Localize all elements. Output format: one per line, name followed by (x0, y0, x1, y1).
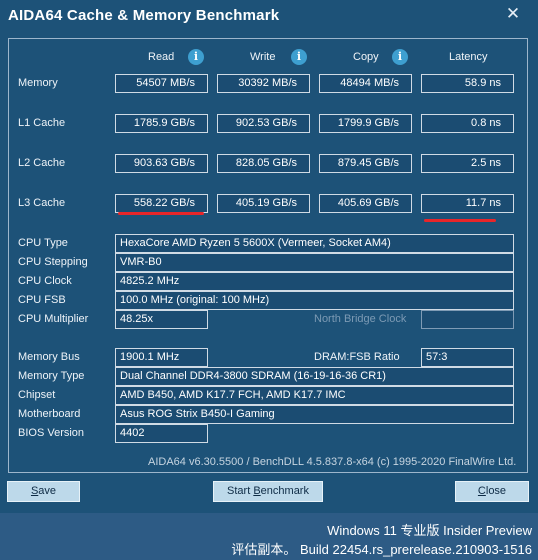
cpu-clock-value: 4825.2 MHz (115, 272, 514, 291)
l2-read-value: 903.63 GB/s (115, 154, 208, 173)
header-read: Read (148, 51, 175, 63)
title-bar[interactable]: AIDA64 Cache & Memory Benchmark ✕ (0, 0, 538, 34)
header-copy: Copy (353, 51, 379, 63)
highlight-underline (424, 219, 496, 222)
l2-write-value: 828.05 GB/s (217, 154, 310, 173)
memory-bus-label: Memory Bus (18, 351, 80, 363)
benchmark-window: AIDA64 Cache & Memory Benchmark ✕ Read i… (0, 0, 538, 513)
info-icon[interactable]: i (291, 49, 307, 65)
chipset-label: Chipset (18, 389, 56, 401)
info-icon[interactable]: i (188, 49, 204, 65)
memory-write-value: 30392 MB/s (217, 74, 310, 93)
row-label-l1: L1 Cache (18, 117, 66, 129)
motherboard-label: Motherboard (18, 408, 81, 420)
l3-read-value: 558.22 GB/s (115, 194, 208, 213)
row-label-l3: L3 Cache (18, 197, 66, 209)
north-bridge-label: North Bridge Clock (314, 313, 407, 325)
chipset-value: AMD B450, AMD K17.7 FCH, AMD K17.7 IMC (115, 386, 514, 405)
cpu-fsb-label: CPU FSB (18, 294, 66, 306)
close-button[interactable]: Close (455, 481, 529, 502)
memory-latency-value: 58.9 ns (421, 74, 514, 93)
cpu-multiplier-label: CPU Multiplier (18, 313, 89, 325)
cpu-multiplier-value: 48.25x (115, 310, 208, 329)
l2-copy-value: 879.45 GB/s (319, 154, 412, 173)
cpu-stepping-value: VMR-B0 (115, 253, 514, 272)
start-benchmark-button[interactable]: Start Benchmark (213, 481, 323, 502)
window-title: AIDA64 Cache & Memory Benchmark (8, 7, 280, 24)
memory-bus-value: 1900.1 MHz (115, 348, 208, 367)
dram-fsb-ratio-label: DRAM:FSB Ratio (314, 351, 400, 363)
info-icon[interactable]: i (392, 49, 408, 65)
save-button[interactable]: Save (7, 481, 80, 502)
close-button-label: lose (485, 485, 507, 497)
l1-write-value: 902.53 GB/s (217, 114, 310, 133)
l1-latency-value: 0.8 ns (421, 114, 514, 133)
header-write: Write (250, 51, 276, 63)
memory-copy-value: 48494 MB/s (319, 74, 412, 93)
memory-read-value: 54507 MB/s (115, 74, 208, 93)
bios-version-value: 4402 (115, 424, 208, 443)
cpu-type-label: CPU Type (18, 237, 68, 249)
copyright-footer: AIDA64 v6.30.5500 / BenchDLL 4.5.837.8-x… (148, 456, 517, 468)
cpu-stepping-label: CPU Stepping (18, 256, 88, 268)
cpu-clock-label: CPU Clock (18, 275, 72, 287)
north-bridge-value (421, 310, 514, 329)
windows-watermark-line1: Windows 11 专业版 Insider Preview (327, 523, 532, 538)
memory-type-label: Memory Type (18, 370, 85, 382)
l3-latency-value: 11.7 ns (421, 194, 514, 213)
l1-read-value: 1785.9 GB/s (115, 114, 208, 133)
close-icon[interactable]: ✕ (502, 3, 524, 25)
memory-type-value: Dual Channel DDR4-3800 SDRAM (16-19-16-3… (115, 367, 514, 386)
dram-fsb-ratio-value: 57:3 (421, 348, 514, 367)
header-latency: Latency (449, 51, 488, 63)
start-button-hotkey: B (253, 485, 261, 497)
l3-write-value: 405.19 GB/s (217, 194, 310, 213)
motherboard-value: Asus ROG Strix B450-I Gaming (115, 405, 514, 424)
l2-latency-value: 2.5 ns (421, 154, 514, 173)
cpu-fsb-value: 100.0 MHz (original: 100 MHz) (115, 291, 514, 310)
windows-watermark-line2: 评估副本。 Build 22454.rs_prerelease.210903-1… (231, 542, 532, 557)
l3-copy-value: 405.69 GB/s (319, 194, 412, 213)
l1-copy-value: 1799.9 GB/s (319, 114, 412, 133)
close-button-hotkey: C (477, 485, 486, 497)
bios-version-label: BIOS Version (18, 427, 85, 439)
row-label-memory: Memory (18, 77, 58, 89)
start-button-label: enchmark (260, 485, 309, 497)
highlight-underline (118, 212, 204, 215)
start-button-label-pre: Start (227, 485, 254, 497)
row-label-l2: L2 Cache (18, 157, 66, 169)
save-button-label: ave (38, 485, 57, 497)
cpu-type-value: HexaCore AMD Ryzen 5 5600X (Vermeer, Soc… (115, 234, 514, 253)
